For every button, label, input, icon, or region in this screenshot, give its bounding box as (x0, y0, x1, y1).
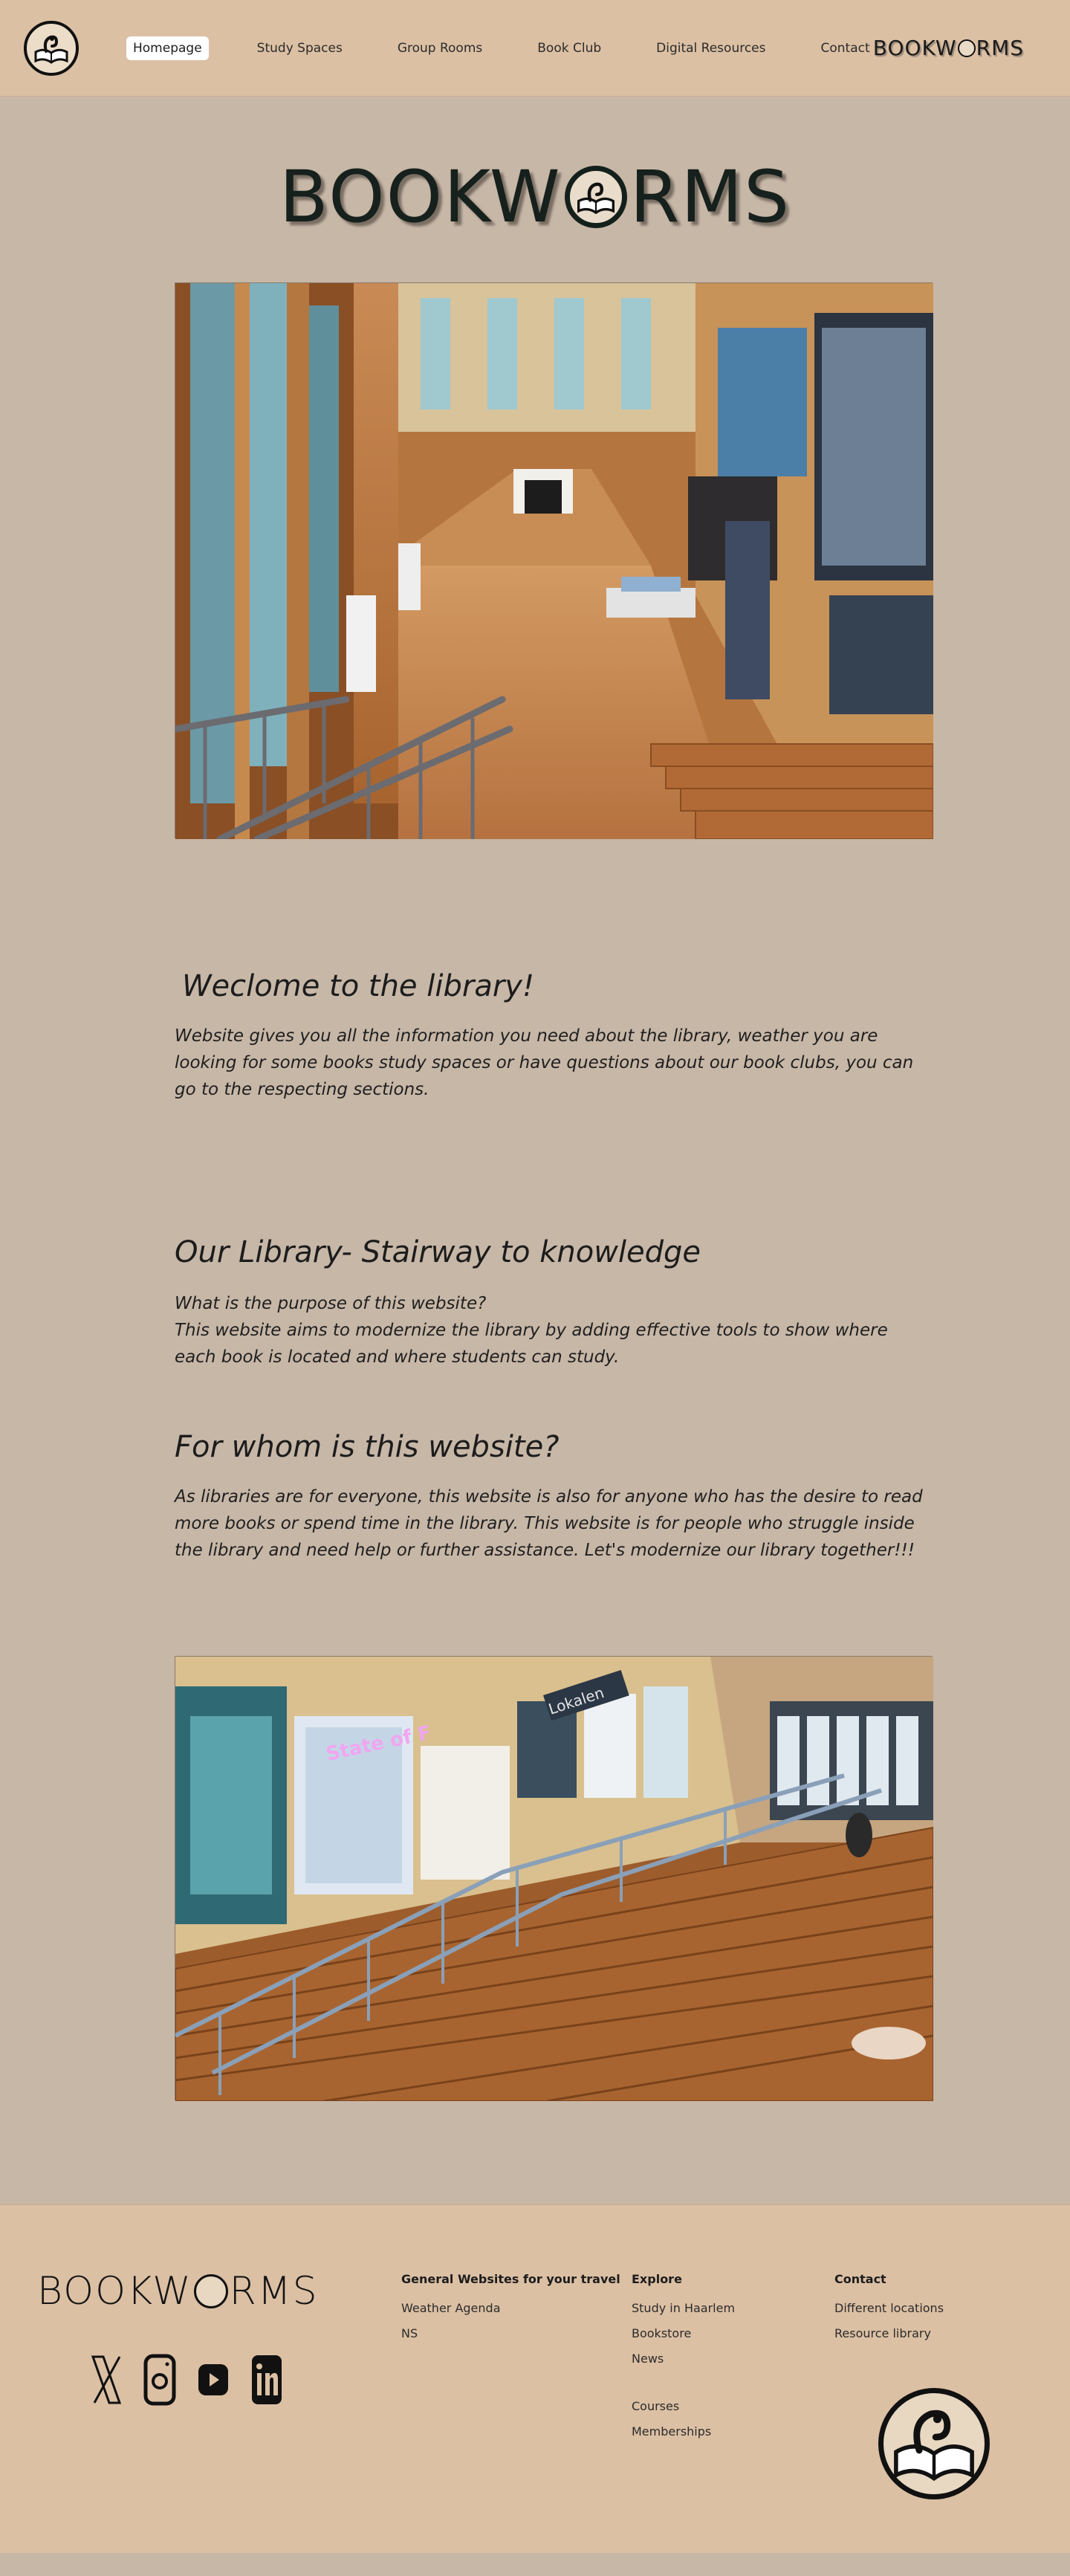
welcome-body: Website gives you all the information yo… (175, 1026, 914, 1099)
linkedin-icon[interactable] (250, 2354, 284, 2406)
nav-study-spaces[interactable]: Study Spaces (250, 36, 349, 60)
audience-body: As libraries are for everyone, this webs… (175, 1487, 923, 1560)
welcome-title: Weclome to the library! (182, 969, 534, 1003)
nav-group-rooms[interactable]: Group Rooms (391, 36, 489, 60)
audience-title: For whom is this website? (175, 1430, 560, 1464)
footer-link-ns[interactable]: NS (401, 2326, 620, 2340)
hero-wordmark-left: BOOKW (279, 155, 562, 239)
footer-link-courses[interactable]: Courses (632, 2399, 735, 2413)
audience-section: For whom is this website? As libraries a… (175, 1430, 933, 1564)
footer-link-study-in-haarlem[interactable]: Study in Haarlem (632, 2301, 735, 2315)
footer-col-explore: Explore Study in Haarlem Bookstore News … (632, 2272, 735, 2450)
about-body: This website aims to modernize the libra… (175, 1321, 888, 1367)
footer-link-weather-agenda[interactable]: Weather Agenda (401, 2301, 620, 2315)
footer-link-bookstore[interactable]: Bookstore (632, 2326, 735, 2340)
library-stairs-photo: State of F Lokalen (174, 1656, 934, 2103)
footer-col-explore-heading: Explore (632, 2272, 682, 2286)
library-interior-photo (172, 282, 934, 843)
x-icon[interactable] (89, 2354, 123, 2406)
header-wordmark[interactable]: BOOKW RMS (873, 36, 1024, 60)
footer-wordmark-right: RMS (229, 2269, 319, 2314)
hero-wordmark-right: RMS (629, 155, 791, 239)
footer-link-memberships[interactable]: Memberships (632, 2424, 735, 2439)
about-section: Our Library- Stairway to knowledge What … (175, 1235, 933, 1370)
social-links (89, 2354, 284, 2406)
footer-link-different-locations[interactable]: Different locations (834, 2301, 944, 2315)
footer-wordmark-o-icon (193, 2274, 228, 2308)
nav-contact[interactable]: Contact (814, 36, 877, 60)
footer-col-contact: Contact Different locations Resource lib… (834, 2272, 944, 2352)
nav-book-club[interactable]: Book Club (531, 36, 608, 60)
hero-wordmark: BOOKW RMS (0, 155, 1070, 239)
bookworm-o-icon (564, 166, 627, 228)
nav-homepage[interactable]: Homepage (126, 36, 209, 60)
header-wordmark-right: RMS (976, 36, 1024, 60)
footer-wordmark[interactable]: BOOKW RMS (37, 2269, 319, 2314)
youtube-icon[interactable] (196, 2354, 230, 2406)
about-title: Our Library- Stairway to knowledge (175, 1235, 701, 1269)
footer-link-news[interactable]: News (632, 2352, 735, 2366)
footer-wordmark-left: BOOKW (37, 2269, 192, 2314)
footer-col-travel: General Websites for your travel Weather… (401, 2272, 620, 2352)
instagram-icon[interactable] (143, 2354, 177, 2406)
welcome-section: Weclome to the library! Website gives yo… (175, 969, 933, 1103)
footer-link-resource-library[interactable]: Resource library (834, 2326, 944, 2340)
main-nav: Homepage Study Spaces Group Rooms Book C… (126, 36, 918, 60)
nav-digital-resources[interactable]: Digital Resources (649, 36, 772, 60)
bookworm-seal-icon (878, 2388, 990, 2499)
site-footer: BOOKW RMS General Websites for your trav… (0, 2204, 1070, 2553)
site-header: Homepage Study Spaces Group Rooms Book C… (0, 0, 1070, 97)
bookworm-logo-icon[interactable] (24, 20, 79, 76)
footer-col-travel-heading: General Websites for your travel (401, 2272, 620, 2286)
about-question: What is the purpose of this website? (175, 1294, 487, 1313)
wordmark-o-icon (957, 39, 976, 57)
header-wordmark-left: BOOKW (872, 36, 957, 60)
footer-col-contact-heading: Contact (834, 2272, 886, 2286)
